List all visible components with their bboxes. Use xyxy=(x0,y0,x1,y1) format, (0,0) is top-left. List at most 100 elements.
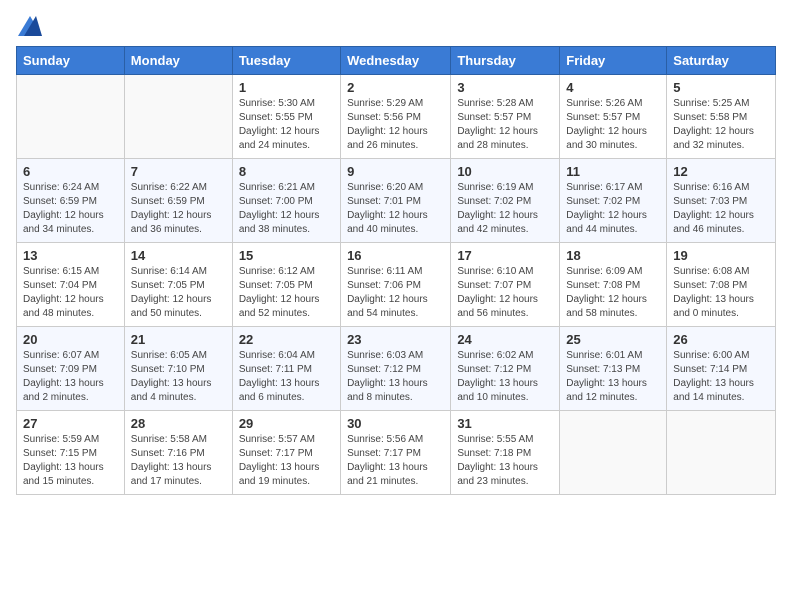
calendar-cell: 17Sunrise: 6:10 AM Sunset: 7:07 PM Dayli… xyxy=(451,243,560,327)
day-number: 26 xyxy=(673,332,769,347)
calendar-cell: 23 Sunrise: 6:03 AM Sunset: 7:12 PM Dayli… xyxy=(341,327,451,411)
calendar-header-thursday: Thursday xyxy=(451,47,560,75)
day-info: Sunrise: 6:16 AM Sunset: 7:03 PM Dayligh… xyxy=(673,181,769,237)
day-info: Sunrise: 5:56 AM Sunset: 7:17 PM Dayligh… xyxy=(347,433,444,489)
day-number: 11 xyxy=(566,164,660,179)
calendar-header-wednesday: Wednesday xyxy=(341,47,451,75)
day-number: 22 xyxy=(239,332,334,347)
day-info: Sunrise: 6:21 AM Sunset: 7:00 PM Dayligh… xyxy=(239,181,334,237)
day-info: Sunrise: 6:09 AM Sunset: 7:08 PM Dayligh… xyxy=(566,265,660,321)
calendar-week-1: 1 Sunrise: 5:30 AM Sunset: 5:55 PM Daylig… xyxy=(17,75,776,159)
calendar-cell: 16Sunrise: 6:11 AM Sunset: 7:06 PM Dayli… xyxy=(341,243,451,327)
day-info: Sunrise: 6:02 AM Sunset: 7:12 PM Dayligh… xyxy=(457,349,553,405)
calendar-week-5: 27 Sunrise: 5:59 AM Sunset: 7:15 PM Dayli… xyxy=(17,411,776,495)
logo xyxy=(16,16,42,36)
day-number: 13 xyxy=(23,248,118,263)
day-number: 7 xyxy=(131,164,226,179)
day-number: 5 xyxy=(673,80,769,95)
calendar-cell xyxy=(124,75,232,159)
day-number: 3 xyxy=(457,80,553,95)
calendar-cell: 30Sunrise: 5:56 AM Sunset: 7:17 PM Dayli… xyxy=(341,411,451,495)
day-number: 21 xyxy=(131,332,226,347)
day-number: 8 xyxy=(239,164,334,179)
day-number: 31 xyxy=(457,416,553,431)
calendar-header-tuesday: Tuesday xyxy=(232,47,340,75)
calendar-cell: 7 Sunrise: 6:22 AM Sunset: 6:59 PM Daylig… xyxy=(124,159,232,243)
calendar-cell: 10Sunrise: 6:19 AM Sunset: 7:02 PM Dayli… xyxy=(451,159,560,243)
day-number: 1 xyxy=(239,80,334,95)
calendar-cell: 20Sunrise: 6:07 AM Sunset: 7:09 PM Dayli… xyxy=(17,327,125,411)
calendar-cell: 6 Sunrise: 6:24 AM Sunset: 6:59 PM Daylig… xyxy=(17,159,125,243)
day-number: 29 xyxy=(239,416,334,431)
calendar-cell: 9 Sunrise: 6:20 AM Sunset: 7:01 PM Daylig… xyxy=(341,159,451,243)
day-number: 27 xyxy=(23,416,118,431)
page-header xyxy=(16,16,776,36)
day-info: Sunrise: 6:05 AM Sunset: 7:10 PM Dayligh… xyxy=(131,349,226,405)
calendar-week-3: 13 Sunrise: 6:15 AM Sunset: 7:04 PM Dayli… xyxy=(17,243,776,327)
day-info: Sunrise: 6:07 AM Sunset: 7:09 PM Dayligh… xyxy=(23,349,118,405)
day-info: Sunrise: 5:30 AM Sunset: 5:55 PM Dayligh… xyxy=(239,97,334,153)
calendar-cell: 1 Sunrise: 5:30 AM Sunset: 5:55 PM Daylig… xyxy=(232,75,340,159)
day-info: Sunrise: 5:26 AM Sunset: 5:57 PM Dayligh… xyxy=(566,97,660,153)
day-info: Sunrise: 6:22 AM Sunset: 6:59 PM Dayligh… xyxy=(131,181,226,237)
day-number: 15 xyxy=(239,248,334,263)
day-number: 28 xyxy=(131,416,226,431)
calendar-table: SundayMondayTuesdayWednesdayThursdayFrid… xyxy=(16,46,776,495)
calendar-header-monday: Monday xyxy=(124,47,232,75)
day-number: 14 xyxy=(131,248,226,263)
day-info: Sunrise: 5:58 AM Sunset: 7:16 PM Dayligh… xyxy=(131,433,226,489)
calendar-cell: 18 Sunrise: 6:09 AM Sunset: 7:08 PM Dayli… xyxy=(560,243,667,327)
day-info: Sunrise: 6:10 AM Sunset: 7:07 PM Dayligh… xyxy=(457,265,553,321)
calendar-header-friday: Friday xyxy=(560,47,667,75)
day-number: 25 xyxy=(566,332,660,347)
day-number: 23 xyxy=(347,332,444,347)
day-info: Sunrise: 5:28 AM Sunset: 5:57 PM Dayligh… xyxy=(457,97,553,153)
day-number: 16 xyxy=(347,248,444,263)
calendar-week-4: 20Sunrise: 6:07 AM Sunset: 7:09 PM Dayli… xyxy=(17,327,776,411)
day-info: Sunrise: 6:08 AM Sunset: 7:08 PM Dayligh… xyxy=(673,265,769,321)
calendar-week-2: 6 Sunrise: 6:24 AM Sunset: 6:59 PM Daylig… xyxy=(17,159,776,243)
calendar-cell: 5 Sunrise: 5:25 AM Sunset: 5:58 PM Daylig… xyxy=(667,75,776,159)
calendar-cell: 27 Sunrise: 5:59 AM Sunset: 7:15 PM Dayli… xyxy=(17,411,125,495)
calendar-cell: 2 Sunrise: 5:29 AM Sunset: 5:56 PM Daylig… xyxy=(341,75,451,159)
calendar-cell xyxy=(560,411,667,495)
day-number: 24 xyxy=(457,332,553,347)
calendar-cell: 13 Sunrise: 6:15 AM Sunset: 7:04 PM Dayli… xyxy=(17,243,125,327)
day-info: Sunrise: 6:19 AM Sunset: 7:02 PM Dayligh… xyxy=(457,181,553,237)
day-info: Sunrise: 6:12 AM Sunset: 7:05 PM Dayligh… xyxy=(239,265,334,321)
day-info: Sunrise: 6:24 AM Sunset: 6:59 PM Dayligh… xyxy=(23,181,118,237)
calendar-header-saturday: Saturday xyxy=(667,47,776,75)
calendar-cell: 28 Sunrise: 5:58 AM Sunset: 7:16 PM Dayli… xyxy=(124,411,232,495)
calendar-cell: 3 Sunrise: 5:28 AM Sunset: 5:57 PM Daylig… xyxy=(451,75,560,159)
day-info: Sunrise: 5:57 AM Sunset: 7:17 PM Dayligh… xyxy=(239,433,334,489)
calendar-cell: 25Sunrise: 6:01 AM Sunset: 7:13 PM Dayli… xyxy=(560,327,667,411)
day-info: Sunrise: 6:03 AM Sunset: 7:12 PM Dayligh… xyxy=(347,349,444,405)
day-number: 4 xyxy=(566,80,660,95)
calendar-cell: 8 Sunrise: 6:21 AM Sunset: 7:00 PM Daylig… xyxy=(232,159,340,243)
calendar-cell: 26 Sunrise: 6:00 AM Sunset: 7:14 PM Dayli… xyxy=(667,327,776,411)
day-number: 2 xyxy=(347,80,444,95)
calendar-cell: 19 Sunrise: 6:08 AM Sunset: 7:08 PM Dayli… xyxy=(667,243,776,327)
day-number: 18 xyxy=(566,248,660,263)
day-info: Sunrise: 5:59 AM Sunset: 7:15 PM Dayligh… xyxy=(23,433,118,489)
day-info: Sunrise: 5:55 AM Sunset: 7:18 PM Dayligh… xyxy=(457,433,553,489)
calendar-cell: 31 Sunrise: 5:55 AM Sunset: 7:18 PM Dayli… xyxy=(451,411,560,495)
day-info: Sunrise: 5:25 AM Sunset: 5:58 PM Dayligh… xyxy=(673,97,769,153)
day-info: Sunrise: 6:15 AM Sunset: 7:04 PM Dayligh… xyxy=(23,265,118,321)
day-info: Sunrise: 5:29 AM Sunset: 5:56 PM Dayligh… xyxy=(347,97,444,153)
calendar-cell: 14 Sunrise: 6:14 AM Sunset: 7:05 PM Dayli… xyxy=(124,243,232,327)
calendar-cell xyxy=(17,75,125,159)
day-number: 19 xyxy=(673,248,769,263)
day-info: Sunrise: 6:04 AM Sunset: 7:11 PM Dayligh… xyxy=(239,349,334,405)
calendar-header-row: SundayMondayTuesdayWednesdayThursdayFrid… xyxy=(17,47,776,75)
day-info: Sunrise: 6:00 AM Sunset: 7:14 PM Dayligh… xyxy=(673,349,769,405)
logo-icon xyxy=(18,16,42,36)
day-info: Sunrise: 6:20 AM Sunset: 7:01 PM Dayligh… xyxy=(347,181,444,237)
calendar-cell: 15 Sunrise: 6:12 AM Sunset: 7:05 PM Dayli… xyxy=(232,243,340,327)
calendar-cell xyxy=(667,411,776,495)
day-number: 9 xyxy=(347,164,444,179)
day-number: 6 xyxy=(23,164,118,179)
calendar-cell: 4 Sunrise: 5:26 AM Sunset: 5:57 PM Daylig… xyxy=(560,75,667,159)
calendar-cell: 29 Sunrise: 5:57 AM Sunset: 7:17 PM Dayli… xyxy=(232,411,340,495)
day-info: Sunrise: 6:14 AM Sunset: 7:05 PM Dayligh… xyxy=(131,265,226,321)
